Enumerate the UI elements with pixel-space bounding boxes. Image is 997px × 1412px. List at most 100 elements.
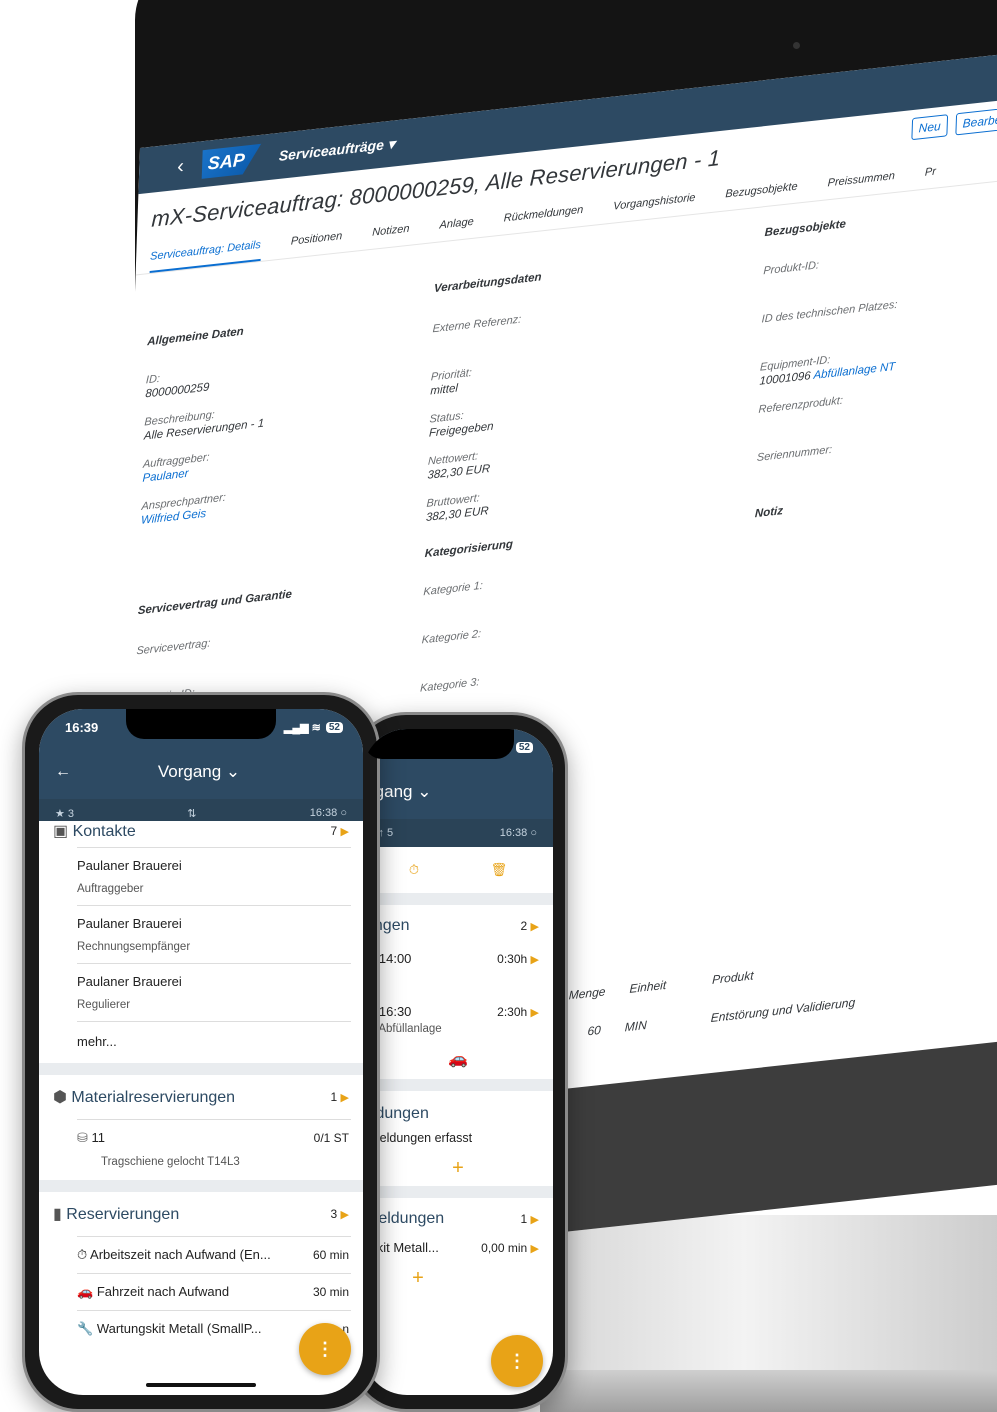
contact-role: Rechnungsempfänger (77, 941, 191, 953)
contact-name: Paulaner Brauerei (77, 858, 182, 873)
reserv-item[interactable]: ⏱ Arbeitszeit nach Aufwand (En... 60 min (39, 1237, 363, 1273)
item-value: 0,00 min ▶ (481, 1241, 539, 1255)
fab-menu-button[interactable]: ⋮ (299, 1323, 351, 1375)
sync-time[interactable]: 16:38 ○ (500, 827, 537, 839)
trash-icon[interactable]: 🗑 (491, 862, 508, 878)
new-button[interactable]: Neu (911, 114, 949, 141)
add-icon[interactable]: + (363, 1157, 553, 1186)
contact-item[interactable]: Paulaner Brauerei Auftraggeber (39, 848, 363, 905)
phone-notch (126, 709, 276, 739)
table-row[interactable]: 60 MIN Entstörung und Validierung (587, 995, 855, 1038)
battery-icon: 52 (515, 741, 533, 753)
section-count: 1 ▶ (521, 1212, 540, 1226)
more-link[interactable]: mehr... (39, 1022, 363, 1063)
section-title-allgemeine: Allgemeine Daten (146, 325, 244, 349)
chevron-right-icon: ▶ (530, 1214, 539, 1226)
chevron-right-icon: ▶ (530, 1006, 539, 1019)
duration: 2:30h ▶ (497, 1005, 539, 1019)
separator (363, 1079, 553, 1091)
contact-item[interactable]: Paulaner Brauerei Regulierer (39, 964, 363, 1021)
phone-notch (364, 729, 514, 759)
favorites-count[interactable]: ★ 3 (55, 807, 74, 820)
nav-title[interactable]: Vorgang ⌄ (71, 762, 347, 782)
timer-icon[interactable]: ⏱ (409, 862, 419, 878)
contact-name: Paulaner Brauerei (77, 974, 182, 989)
status-label: Status: (429, 409, 464, 426)
section-count: 2 ▶ (521, 919, 540, 933)
list-item[interactable]: gskit Metall... 0,00 min ▶ (363, 1240, 553, 1267)
auftraggeber-label: Auftraggeber: (142, 451, 210, 471)
camera-icon (793, 42, 800, 49)
contact-item[interactable]: Paulaner Brauerei Rechnungsempfänger (39, 906, 363, 963)
separator (363, 1186, 553, 1198)
cell-produkt: Entstörung und Validierung (710, 995, 856, 1026)
section-title: Materialreservierungen (71, 1089, 236, 1106)
bookmark-icon: ▮ (53, 1206, 62, 1223)
count: 1 (520, 1212, 528, 1226)
contacts-header: ▣ Kontakte (53, 821, 136, 841)
material-item[interactable]: ⛁ 11 0/1 ST Tragschiene gelocht T14L3 (39, 1120, 363, 1180)
clock: 16:39 (65, 719, 99, 735)
sap-logo: SAP (201, 143, 261, 179)
section-header-reserv[interactable]: ▮ Reservierungen 3 ▶ (39, 1192, 363, 1236)
servicevertrag-label: Servicevertrag: (136, 637, 211, 658)
car-icon: 🚗 (77, 1284, 94, 1299)
phone-back-screen: ▂▄▆ ≋ 52 rgang ⌄ ↓↑ 5 16:38 ○ ⏱ 🗑 ungen … (363, 729, 553, 1395)
tab-anlage[interactable]: Anlage (439, 216, 474, 242)
section-title-verarbeitung: Verarbeitungsdaten (433, 271, 542, 296)
travel-icon[interactable]: 🚗 (363, 1043, 553, 1079)
col-produkt: Produkt (711, 968, 754, 987)
app-title-menu[interactable]: Serviceaufträge ▾ (279, 135, 396, 165)
nav-title[interactable]: rgang ⌄ (363, 765, 553, 819)
dur: 2:30h (497, 1004, 528, 1019)
kategorie3-label: Kategorie 3: (419, 676, 480, 695)
count: 1 (330, 1090, 338, 1104)
list-item[interactable]: ) - 16:30 2:30h ▶ (363, 996, 553, 1019)
arrow-left-icon[interactable]: ← (55, 763, 71, 781)
dur: 0:30h (497, 951, 528, 966)
reserv-label: ⏱ Arbeitszeit nach Aufwand (En... (77, 1247, 271, 1263)
status-icons: ▂▄▆ ≋ 52 (284, 721, 343, 734)
fab-menu-button[interactable]: ⋮ (491, 1335, 543, 1387)
chevron-right-icon: ▶ (530, 1242, 539, 1255)
reserv-item[interactable]: 🚗 Fahrzeit nach Aufwand 30 min (39, 1274, 363, 1310)
section-header-material[interactable]: ⬢ Materialreservierungen 1 ▶ (39, 1075, 363, 1119)
cell-menge: 60 (587, 1022, 602, 1039)
section-title-bezug: Bezugsobjekte (764, 218, 847, 240)
section-title-kategorisierung: Kategorisierung (424, 538, 514, 561)
chevron-left-icon[interactable]: ‹ (177, 155, 184, 179)
chevron-right-icon: ▶ (340, 1092, 349, 1104)
section-count: 3 ▶ (331, 1207, 350, 1221)
section-header-kontakte[interactable]: ▣ Kontakte 7 ▶ (39, 821, 363, 847)
section-title: Kontakte (72, 823, 136, 840)
section-header-meldungen[interactable]: meldungen 1 ▶ (363, 1198, 553, 1240)
col-einheit: Einheit (629, 977, 667, 996)
val: 0,00 min (481, 1240, 528, 1255)
tab-notizen[interactable]: Notizen (372, 223, 410, 249)
extref-label: Externe Referenz: (432, 313, 522, 336)
separator (363, 893, 553, 905)
reserv-label: 🔧 Wartungskit Metall (SmallP... (77, 1321, 262, 1337)
ref-label: Referenzprodukt: (758, 394, 844, 416)
battery-icon: 52 (325, 721, 343, 733)
chevron-right-icon: ▶ (530, 921, 539, 933)
auftraggeber-link[interactable]: Paulaner (142, 468, 188, 485)
add-icon[interactable]: + (363, 1267, 553, 1290)
marketing-composite: ‹ SAP Serviceaufträge ▾ mX-Serviceauftra… (0, 0, 997, 1412)
section-header-ungen[interactable]: ungen 2 ▶ (363, 905, 553, 947)
cell-einheit: MIN (624, 1017, 648, 1035)
material-desc: Tragschiene gelocht T14L3 (101, 1156, 240, 1168)
sync-time[interactable]: 16:38 ○ (310, 807, 347, 819)
action-row: ⏱ 🗑 (363, 847, 553, 893)
section-title: Reservierungen (66, 1206, 180, 1223)
tab-more[interactable]: Pr (924, 166, 936, 189)
list-item[interactable]: ) - 14:00 0:30h ▶ (363, 947, 553, 996)
sort-icon[interactable]: ⇅ (187, 807, 196, 820)
label: Wartungskit Metall (SmallP... (96, 1321, 262, 1336)
notiz-title: Notiz (754, 505, 784, 521)
section-title-eldungen[interactable]: eldungen (363, 1091, 553, 1131)
reserv-value: 60 min (312, 1248, 349, 1262)
serien-label: Seriennummer: (756, 443, 833, 465)
chevron-right-icon: ▶ (340, 826, 349, 838)
chevron-right-icon: ▶ (340, 1209, 349, 1221)
